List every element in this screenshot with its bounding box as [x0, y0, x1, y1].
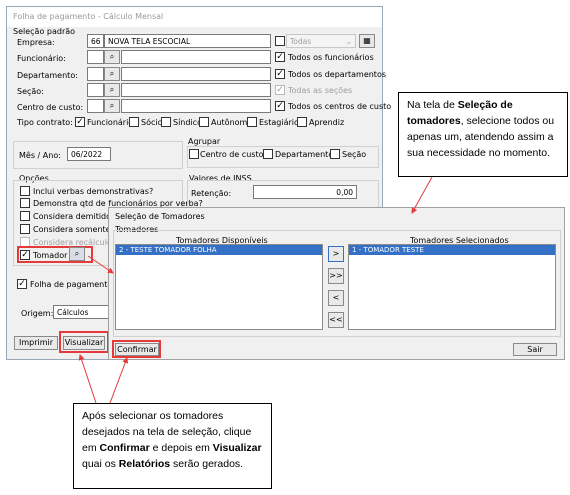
- arrow-to-visualizar: [78, 354, 97, 404]
- callout-arrows: [78, 176, 433, 404]
- arrow-tomador-to-dialog: [87, 255, 114, 274]
- arrow-to-dialog: [411, 176, 433, 214]
- arrow-to-confirmar: [109, 357, 129, 404]
